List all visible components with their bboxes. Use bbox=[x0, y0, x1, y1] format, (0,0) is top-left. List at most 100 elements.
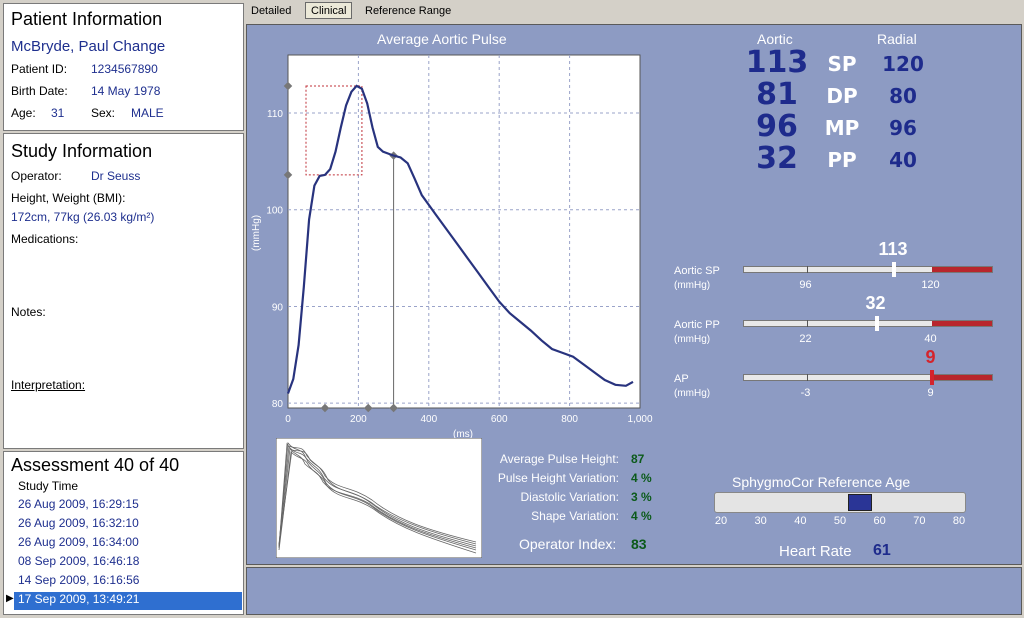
age-label: Age: bbox=[11, 106, 36, 120]
aortic-mp-value: 96 bbox=[756, 109, 798, 144]
gauge-tick-label: 120 bbox=[921, 279, 940, 291]
gauge-unit: (mmHg) bbox=[674, 388, 711, 399]
x-tick-label: 600 bbox=[491, 414, 508, 425]
gauge-tick-label: -3 bbox=[800, 387, 811, 399]
gauge-bar bbox=[743, 262, 993, 277]
aortic-sp-value: 113 bbox=[745, 45, 809, 80]
ref-age-tick: 80 bbox=[952, 515, 966, 527]
operator-index-value: 83 bbox=[631, 536, 647, 552]
pressure-label-sp: SP bbox=[827, 52, 857, 76]
assessment-panel: Assessment 40 of 40 Study Time 26 Aug 20… bbox=[3, 451, 244, 615]
patient-name: McBryde, Paul Change bbox=[11, 38, 166, 55]
ref-age-tick: 40 bbox=[794, 515, 807, 527]
assessment-row[interactable]: 26 Aug 2009, 16:32:10 bbox=[14, 516, 242, 534]
chart-plot-area bbox=[287, 54, 641, 409]
pressure-label-pp: PP bbox=[827, 148, 857, 172]
patient-id-label: Patient ID: bbox=[11, 62, 68, 76]
pulse-overlay-thumbnail bbox=[276, 438, 482, 558]
assessment-row[interactable]: 26 Aug 2009, 16:34:00 bbox=[14, 535, 242, 553]
gauge-tick-label: 96 bbox=[799, 279, 812, 291]
gauge-tick-mark bbox=[806, 320, 808, 327]
birth-date-value: 14 May 1978 bbox=[91, 84, 161, 98]
gauge-value: 113 bbox=[878, 239, 908, 259]
sex-value: MALE bbox=[131, 106, 164, 120]
y-tick-label: 100 bbox=[266, 206, 283, 217]
ref-age-tick: 20 bbox=[714, 515, 728, 527]
gauge-tick-mark bbox=[806, 266, 808, 273]
stat-label: Pulse Height Variation: bbox=[497, 471, 619, 485]
ref-age-tick: 60 bbox=[873, 515, 886, 527]
operator-value: Dr Seuss bbox=[91, 169, 141, 183]
stat-value: 4 % bbox=[631, 471, 652, 485]
radial-pp-value: 40 bbox=[889, 148, 917, 172]
y-tick-label: 80 bbox=[272, 399, 284, 410]
ref-age-tick: 50 bbox=[833, 515, 847, 527]
tab-clinical[interactable]: Clinical bbox=[305, 2, 353, 19]
study-info-title: Study Information bbox=[11, 141, 153, 161]
medications-label: Medications: bbox=[11, 232, 79, 246]
clinical-panel: Average Aortic Pulse 80 90 100 110 0 200 400 6… bbox=[246, 24, 1022, 565]
patient-info-title: Patient Information bbox=[11, 9, 163, 29]
age-value: 31 bbox=[51, 106, 65, 120]
gauge-tick-label: 9 bbox=[927, 387, 934, 399]
gauge-unit: (mmHg) bbox=[674, 334, 711, 345]
x-tick-label: 200 bbox=[350, 414, 367, 425]
ref-age-title: SphygmoCor Reference Age bbox=[732, 474, 911, 490]
radial-sp-value: 120 bbox=[882, 52, 924, 76]
y-tick-label: 110 bbox=[267, 109, 283, 120]
gauge-label: Aortic SP bbox=[674, 265, 720, 277]
stat-label: Shape Variation: bbox=[531, 509, 619, 523]
ref-age-tick: 70 bbox=[913, 515, 926, 527]
patient-id-value: 1234567890 bbox=[91, 62, 158, 76]
assessment-row[interactable]: 14 Sep 2009, 16:16:56 bbox=[14, 573, 242, 591]
gauge-tick-label: 22 bbox=[799, 333, 812, 345]
x-tick-label: 400 bbox=[420, 414, 437, 425]
study-time-header: Study Time bbox=[18, 479, 79, 493]
assessment-title: Assessment 40 of 40 bbox=[11, 455, 180, 475]
interpretation-label: Interpretation: bbox=[11, 378, 86, 392]
stat-label: Diastolic Variation: bbox=[520, 490, 619, 504]
ref-age-thumb bbox=[848, 494, 873, 511]
ref-age-tick: 30 bbox=[754, 515, 767, 527]
pressure-label-mp: MP bbox=[824, 116, 860, 140]
gauge-tick-label: 40 bbox=[924, 333, 937, 345]
gauge-label: Aortic PP bbox=[674, 319, 720, 331]
tab-detailed[interactable]: Detailed bbox=[245, 2, 297, 19]
x-tick-label: 0 bbox=[285, 414, 291, 425]
gauge-high-zone bbox=[931, 375, 992, 380]
height-weight-label: Height, Weight (BMI): bbox=[11, 191, 126, 205]
gauge-tick-mark bbox=[806, 374, 808, 381]
assessment-row[interactable]: 08 Sep 2009, 16:46:18 bbox=[14, 554, 242, 572]
gauge-marker bbox=[874, 316, 879, 331]
stat-value: 3 % bbox=[631, 490, 652, 504]
gauge-marker bbox=[929, 370, 934, 385]
birth-date-label: Birth Date: bbox=[11, 84, 68, 98]
gauge-label: AP bbox=[674, 373, 689, 385]
x-tick-label: 800 bbox=[561, 414, 578, 425]
tab-reference-range[interactable]: Reference Range bbox=[359, 2, 457, 19]
patient-info-panel: Patient Information McBryde, Paul Change… bbox=[3, 3, 244, 131]
gauge-unit: (mmHg) bbox=[674, 280, 711, 291]
aortic-pp-value: 32 bbox=[756, 141, 798, 176]
radial-mp-value: 96 bbox=[889, 116, 917, 140]
gauge-bar bbox=[743, 370, 993, 385]
operator-index-label: Operator Index: bbox=[519, 536, 617, 552]
row-pointer-icon: ▶ bbox=[6, 593, 14, 604]
gauge-value: 9 bbox=[925, 347, 936, 367]
gauge-high-zone bbox=[931, 267, 992, 272]
pressure-label-dp: DP bbox=[826, 84, 858, 108]
radial-header: Radial bbox=[877, 31, 917, 47]
ref-age-slider bbox=[714, 492, 966, 513]
aortic-pulse-chart: 8090100110 0 200 400 600 800 1,000 (mmHg) (ms… bbox=[251, 54, 653, 440]
sex-label: Sex: bbox=[91, 106, 116, 120]
aortic-dp-value: 81 bbox=[756, 77, 798, 112]
heart-rate-value: 61 bbox=[873, 542, 891, 559]
x-tick-label: 1,000 bbox=[627, 414, 652, 425]
assessment-row[interactable]: 17 Sep 2009, 13:49:21 bbox=[14, 592, 242, 610]
gauge-value: 32 bbox=[865, 293, 886, 313]
radial-dp-value: 80 bbox=[889, 84, 917, 108]
stat-label: Average Pulse Height: bbox=[499, 452, 619, 466]
notes-label: Notes: bbox=[11, 305, 46, 319]
gauge-bar bbox=[743, 316, 993, 331]
assessment-row[interactable]: 26 Aug 2009, 16:29:15 bbox=[14, 497, 242, 515]
